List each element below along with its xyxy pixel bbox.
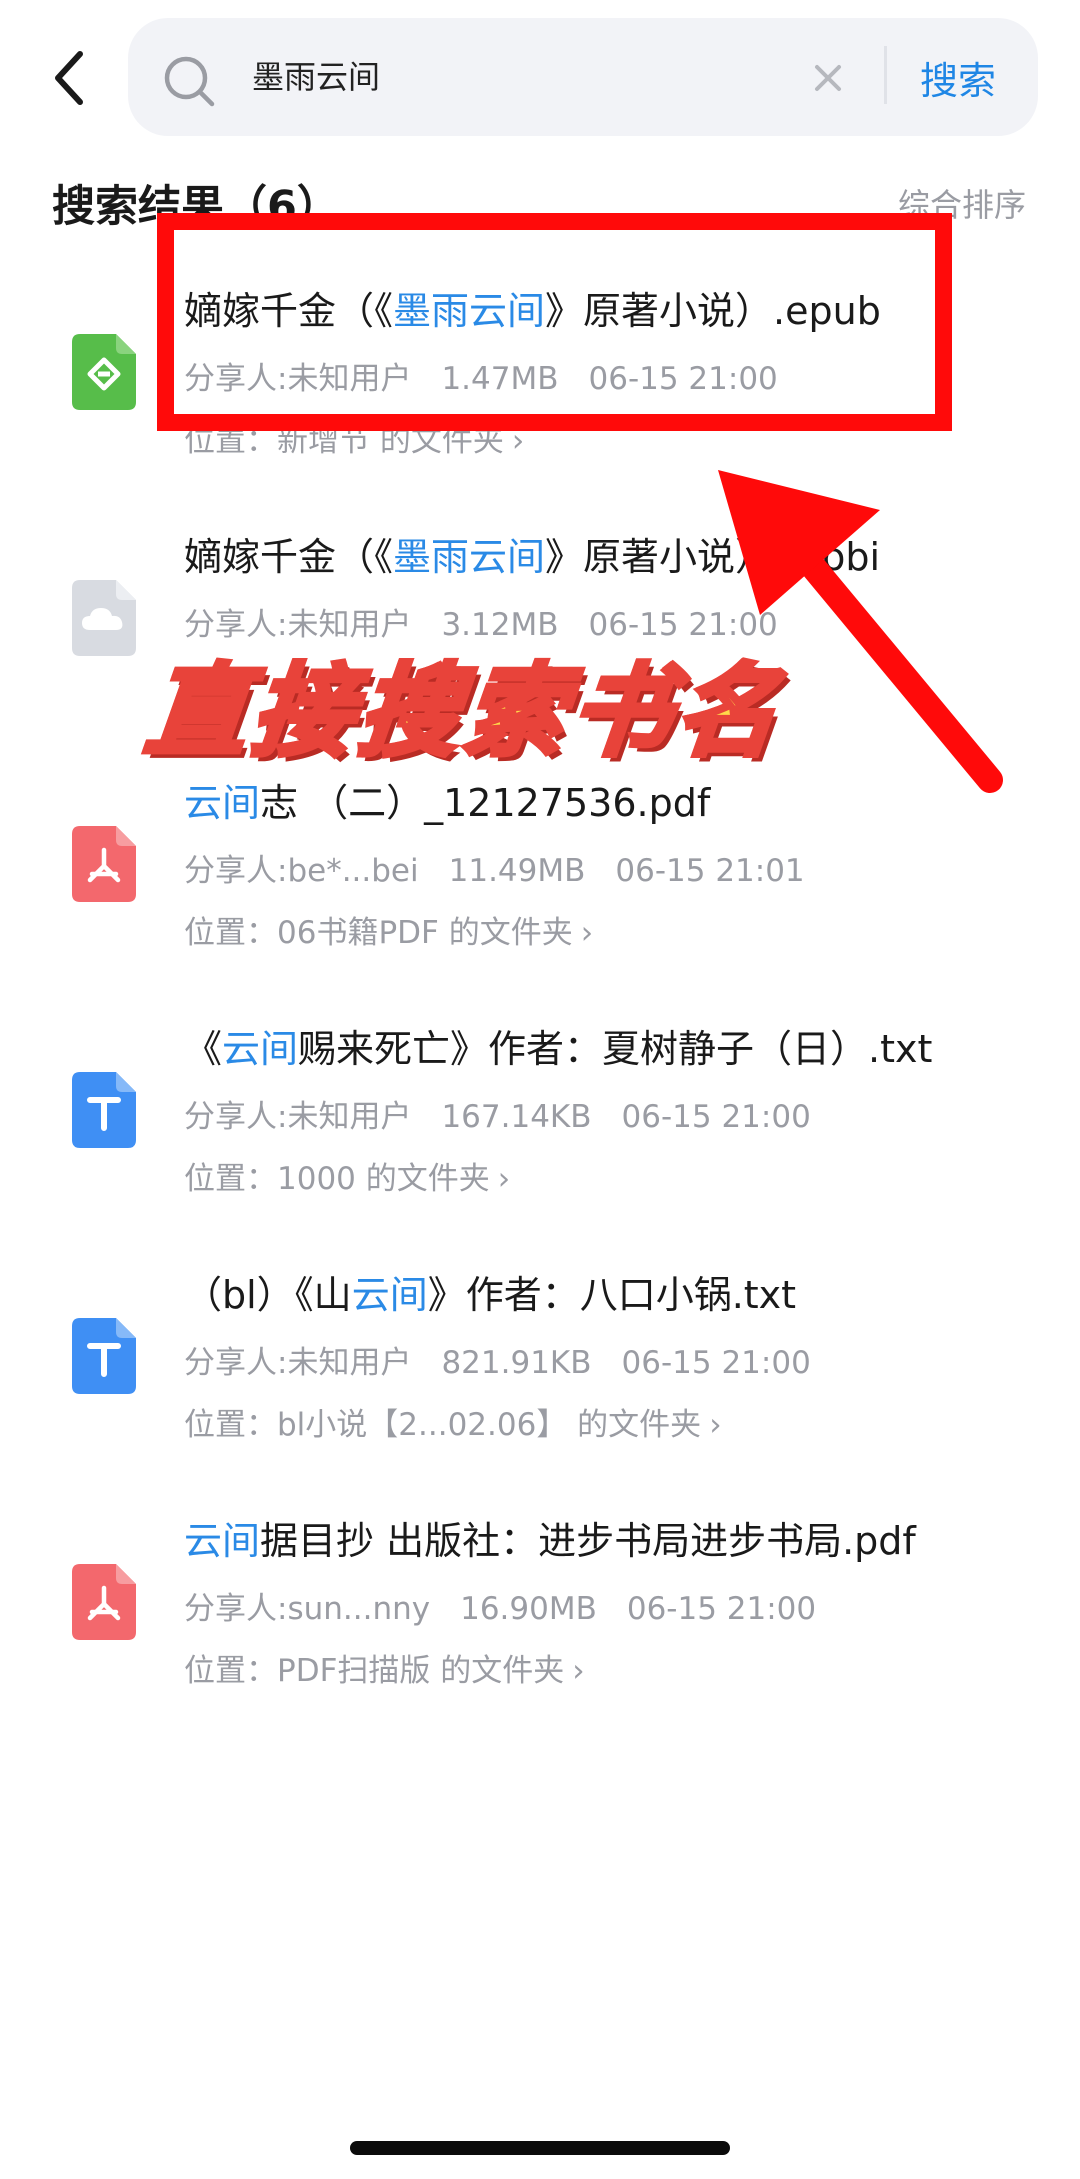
search-icon	[162, 54, 216, 108]
chevron-right-icon: ›	[709, 1407, 722, 1443]
cloud-file-icon	[72, 580, 136, 656]
epub-file-icon	[72, 334, 136, 410]
pdf-file-icon	[72, 1564, 136, 1640]
list-item[interactable]: 云间据目抄 出版社：进步书局进步书局.pdf 分享人:sun...nny 16.9…	[0, 1480, 1080, 1720]
file-location[interactable]: 位置：06书籍PDF 的文件夹 ›	[184, 907, 593, 952]
home-indicator[interactable]	[350, 2141, 730, 2155]
file-title[interactable]: 云间志 （二）_12127536.pdf	[184, 772, 710, 827]
txt-file-icon	[72, 1318, 136, 1394]
search-button[interactable]: 搜索	[920, 50, 996, 105]
list-item[interactable]: 《云间赐来死亡》作者：夏树静子（日）.txt 分享人:未知用户 167.14KB 0…	[0, 988, 1080, 1228]
file-location[interactable]: 位置：PDF扫描版 的文件夹 ›	[184, 1645, 585, 1690]
back-button[interactable]	[44, 46, 100, 110]
file-location[interactable]: 位置：1000 的文件夹 ›	[184, 1153, 510, 1198]
pdf-file-icon	[72, 826, 136, 902]
list-item[interactable]: （bl）《山云间》作者：八口小锅.txt 分享人:未知用户 821.91KB 06-…	[0, 1234, 1080, 1474]
chevron-right-icon: ›	[572, 1653, 585, 1689]
chevron-left-icon	[55, 51, 83, 105]
file-meta: 分享人:未知用户 821.91KB 06-15 21:00	[184, 1345, 811, 1381]
file-meta: 分享人:未知用户 167.14KB 06-15 21:00	[184, 1099, 811, 1135]
file-meta: 分享人:sun...nny 16.90MB 06-15 21:00	[184, 1591, 817, 1627]
file-title[interactable]: 《云间赐来死亡》作者：夏树静子（日）.txt	[184, 1018, 932, 1073]
txt-file-icon	[72, 1072, 136, 1148]
file-title[interactable]: （bl）《山云间》作者：八口小锅.txt	[184, 1264, 796, 1319]
search-input[interactable]: 墨雨云间	[252, 52, 380, 98]
file-meta: 分享人:be*...bei 11.49MB 06-15 21:01	[184, 853, 805, 889]
chevron-right-icon: ›	[580, 915, 594, 951]
clear-icon[interactable]	[808, 58, 848, 98]
chevron-right-icon: ›	[497, 1161, 511, 1197]
highlight-box	[157, 213, 952, 431]
overlay-caption: 直接搜索书名	[138, 651, 791, 773]
file-title[interactable]: 云间据目抄 出版社：进步书局进步书局.pdf	[184, 1510, 916, 1565]
file-location[interactable]: 位置：bl小说【2...02.06】 的文件夹 ›	[184, 1399, 722, 1444]
divider	[884, 46, 887, 104]
